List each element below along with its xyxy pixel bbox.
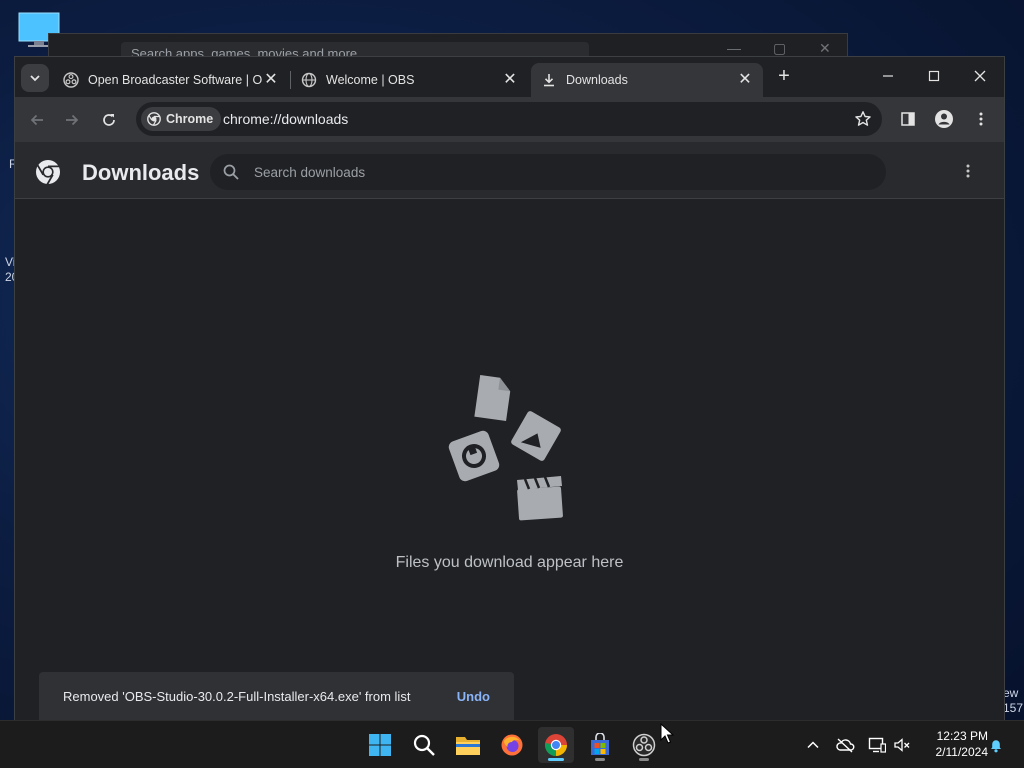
running-app-indicator — [595, 758, 605, 761]
obs-icon — [632, 733, 656, 757]
mouse-pointer-icon — [660, 723, 674, 744]
window-maximize-button[interactable] — [911, 61, 957, 91]
taskbar-obs-studio[interactable] — [626, 727, 662, 763]
empty-files-illustration-icon — [448, 374, 563, 521]
window-minimize-button[interactable] — [865, 61, 911, 91]
download-icon — [544, 74, 554, 87]
globe-icon — [301, 72, 317, 88]
chrome-logo-icon — [147, 112, 161, 126]
store-icon — [591, 733, 609, 755]
tab-strip: Open Broadcaster Software | OBS ✕ Welcom… — [15, 57, 1004, 97]
close-tab-icon[interactable]: ✕ — [263, 72, 279, 88]
obs-icon — [63, 72, 79, 88]
chrome-menu-button[interactable] — [969, 107, 993, 131]
maximize-icon — [928, 70, 940, 82]
tab-search-button[interactable] — [21, 64, 49, 92]
browser-toolbar: Chrome chrome://downloads — [15, 97, 1004, 142]
removed-download-toast: Removed 'OBS-Studio-30.0.2-Full-Installe… — [39, 672, 514, 720]
profile-button[interactable] — [932, 107, 956, 131]
side-panel-icon — [901, 112, 915, 126]
reload-icon — [103, 114, 115, 126]
taskbar-file-explorer[interactable] — [450, 727, 486, 763]
network-icon — [868, 737, 886, 753]
close-icon — [974, 70, 986, 82]
forward-button[interactable] — [60, 108, 84, 132]
downloads-header: Downloads — [15, 142, 1004, 199]
taskbar-chrome[interactable] — [538, 727, 574, 763]
chip-label: Chrome — [166, 112, 214, 126]
arrow-right-icon — [66, 114, 79, 126]
running-app-indicator — [639, 758, 649, 761]
show-hidden-icons-button[interactable] — [803, 735, 823, 755]
kebab-menu-icon — [979, 112, 983, 126]
tab-title: Open Broadcaster Software | OBS — [88, 73, 263, 87]
tab-obs-home[interactable]: Open Broadcaster Software | OBS ✕ — [53, 63, 289, 97]
desktop-label-fragment: Vi — [5, 255, 16, 269]
cloud-offline-icon — [836, 738, 855, 753]
site-info-chip[interactable]: Chrome — [141, 107, 222, 131]
maximize-icon[interactable]: ▢ — [773, 40, 786, 57]
close-tab-icon[interactable]: ✕ — [502, 72, 518, 88]
bookmark-star-icon[interactable] — [854, 110, 872, 128]
search-icon — [413, 734, 435, 756]
tab-title: Welcome | OBS — [326, 73, 415, 87]
minimize-icon[interactable]: — — [727, 40, 741, 56]
taskbar-search-button[interactable] — [406, 727, 442, 763]
reload-button[interactable] — [97, 108, 121, 132]
firefox-icon — [501, 734, 523, 756]
search-icon — [223, 164, 239, 180]
toast-message: Removed 'OBS-Studio-30.0.2-Full-Installe… — [63, 688, 411, 704]
chrome-icon — [545, 734, 567, 756]
taskbar-firefox[interactable] — [494, 727, 530, 763]
window-close-button[interactable] — [957, 61, 1003, 91]
downloads-more-actions-button[interactable] — [958, 161, 978, 181]
back-button[interactable] — [25, 108, 49, 132]
onedrive-tray-button[interactable] — [835, 735, 855, 755]
minimize-icon — [883, 75, 893, 77]
taskbar: 12:23 PM 2/11/2024 — [0, 720, 1024, 768]
empty-state-message: Files you download appear here — [395, 554, 624, 571]
chevron-up-icon — [807, 741, 819, 749]
tab-downloads[interactable]: Downloads ✕ — [531, 63, 763, 97]
desktop-label-fragment: 157 — [1003, 701, 1024, 715]
kebab-menu-icon — [966, 164, 970, 178]
close-tab-icon[interactable]: ✕ — [737, 72, 753, 88]
side-panel-button[interactable] — [896, 107, 920, 131]
taskbar-microsoft-store[interactable] — [582, 727, 618, 763]
clock-date: 2/11/2024 — [935, 745, 989, 759]
active-app-indicator — [548, 758, 564, 761]
tab-welcome-obs[interactable]: Welcome | OBS ✕ — [291, 63, 528, 97]
bell-icon — [991, 740, 1001, 753]
tab-title: Downloads — [566, 73, 628, 87]
downloads-empty-state: Files you download appear here — [15, 199, 1004, 720]
arrow-left-icon — [30, 114, 43, 126]
url-text[interactable]: chrome://downloads — [223, 111, 348, 127]
network-tray-button[interactable] — [867, 735, 887, 755]
undo-button[interactable]: Undo — [457, 689, 490, 704]
search-input[interactable] — [254, 154, 854, 190]
close-icon[interactable]: ✕ — [819, 40, 831, 57]
chevron-down-icon — [30, 75, 40, 82]
taskbar-clock[interactable]: 12:23 PM 2/11/2024 — [918, 728, 989, 760]
chrome-logo-icon — [36, 160, 60, 185]
folder-icon — [456, 737, 480, 755]
desktop-label-fragment: ew — [1003, 686, 1019, 700]
profile-avatar-icon — [935, 110, 953, 128]
omnibox[interactable]: Chrome chrome://downloads — [136, 102, 882, 136]
notifications-button[interactable] — [986, 735, 1006, 755]
start-button[interactable] — [362, 727, 398, 763]
windows-start-icon — [369, 734, 391, 756]
clock-time: 12:23 PM — [936, 729, 988, 743]
new-tab-button[interactable]: + — [773, 66, 795, 88]
speaker-muted-icon — [894, 738, 910, 752]
downloads-search[interactable] — [210, 154, 886, 190]
page-title: Downloads — [82, 160, 200, 185]
volume-tray-button[interactable] — [892, 735, 912, 755]
chrome-window: Open Broadcaster Software | OBS ✕ Welcom… — [15, 57, 1004, 720]
